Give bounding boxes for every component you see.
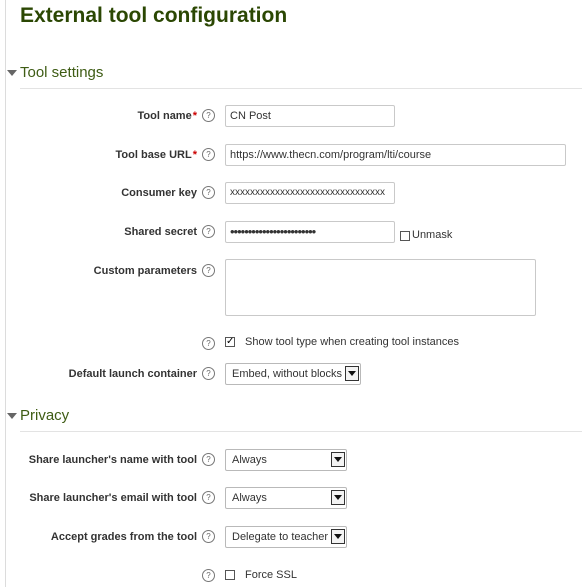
accept-grades-select[interactable]: Delegate to teacher: [225, 526, 347, 548]
section-divider: [20, 431, 582, 432]
consumer-key-label: Consumer key: [121, 187, 197, 199]
tool-base-url-label: Tool base URL*: [115, 149, 197, 161]
share-email-value: Always: [232, 492, 267, 504]
required-asterisk: *: [192, 110, 197, 122]
collapse-triangle-icon[interactable]: [7, 412, 17, 419]
share-email-label: Share launcher's email with tool: [29, 492, 197, 504]
chevron-down-icon[interactable]: [331, 529, 345, 544]
help-icon[interactable]: ?: [202, 186, 215, 199]
help-icon[interactable]: ?: [202, 367, 215, 380]
collapse-triangle-icon[interactable]: [7, 69, 17, 76]
show-tool-type-checkbox[interactable]: ✓: [225, 337, 235, 347]
share-email-select[interactable]: Always: [225, 487, 347, 509]
unmask-checkbox[interactable]: [400, 231, 410, 241]
section-tool-settings[interactable]: Tool settings: [7, 64, 103, 81]
shared-secret-input[interactable]: ••••••••••••••••••••••••: [225, 221, 395, 243]
help-icon[interactable]: ?: [202, 569, 215, 582]
help-icon[interactable]: ?: [202, 225, 215, 238]
chevron-down-icon[interactable]: [331, 452, 345, 467]
unmask-label[interactable]: Unmask: [412, 229, 452, 241]
accept-grades-label: Accept grades from the tool: [50, 531, 197, 543]
show-tool-type-label[interactable]: Show tool type when creating tool instan…: [245, 336, 459, 348]
default-launch-container-select[interactable]: Embed, without blocks: [225, 363, 361, 385]
tool-base-url-input[interactable]: https://www.thecn.com/program/lti/course: [225, 144, 566, 166]
chevron-down-icon[interactable]: [345, 366, 359, 381]
help-icon[interactable]: ?: [202, 453, 215, 466]
accept-grades-value: Delegate to teacher: [232, 531, 329, 543]
share-name-select[interactable]: Always: [225, 449, 347, 471]
default-launch-container-value: Embed, without blocks: [232, 368, 343, 380]
force-ssl-label[interactable]: Force SSL: [245, 569, 297, 581]
share-name-value: Always: [232, 454, 267, 466]
section-divider: [20, 88, 582, 89]
section-title-privacy: Privacy: [20, 407, 70, 424]
default-launch-container-label: Default launch container: [68, 368, 197, 380]
page-title: External tool configuration: [20, 4, 288, 27]
help-icon[interactable]: ?: [202, 148, 215, 161]
help-icon[interactable]: ?: [202, 491, 215, 504]
section-title-tool-settings: Tool settings: [20, 64, 104, 81]
custom-parameters-textarea[interactable]: [225, 259, 536, 316]
section-privacy[interactable]: Privacy: [7, 407, 69, 424]
chevron-down-icon[interactable]: [331, 490, 345, 505]
shared-secret-label: Shared secret: [124, 226, 197, 238]
help-icon[interactable]: ?: [202, 337, 215, 350]
help-icon[interactable]: ?: [202, 109, 215, 122]
consumer-key-input[interactable]: xxxxxxxxxxxxxxxxxxxxxxxxxxxxxxx: [225, 182, 395, 204]
help-icon[interactable]: ?: [202, 264, 215, 277]
tool-name-input[interactable]: CN Post: [225, 105, 395, 127]
page-left-border: [5, 0, 6, 587]
help-icon[interactable]: ?: [202, 530, 215, 543]
custom-parameters-label: Custom parameters: [93, 265, 197, 277]
share-name-label: Share launcher's name with tool: [28, 454, 197, 466]
force-ssl-checkbox[interactable]: [225, 570, 235, 580]
required-asterisk: *: [192, 149, 197, 161]
tool-name-label: Tool name*: [137, 110, 197, 122]
